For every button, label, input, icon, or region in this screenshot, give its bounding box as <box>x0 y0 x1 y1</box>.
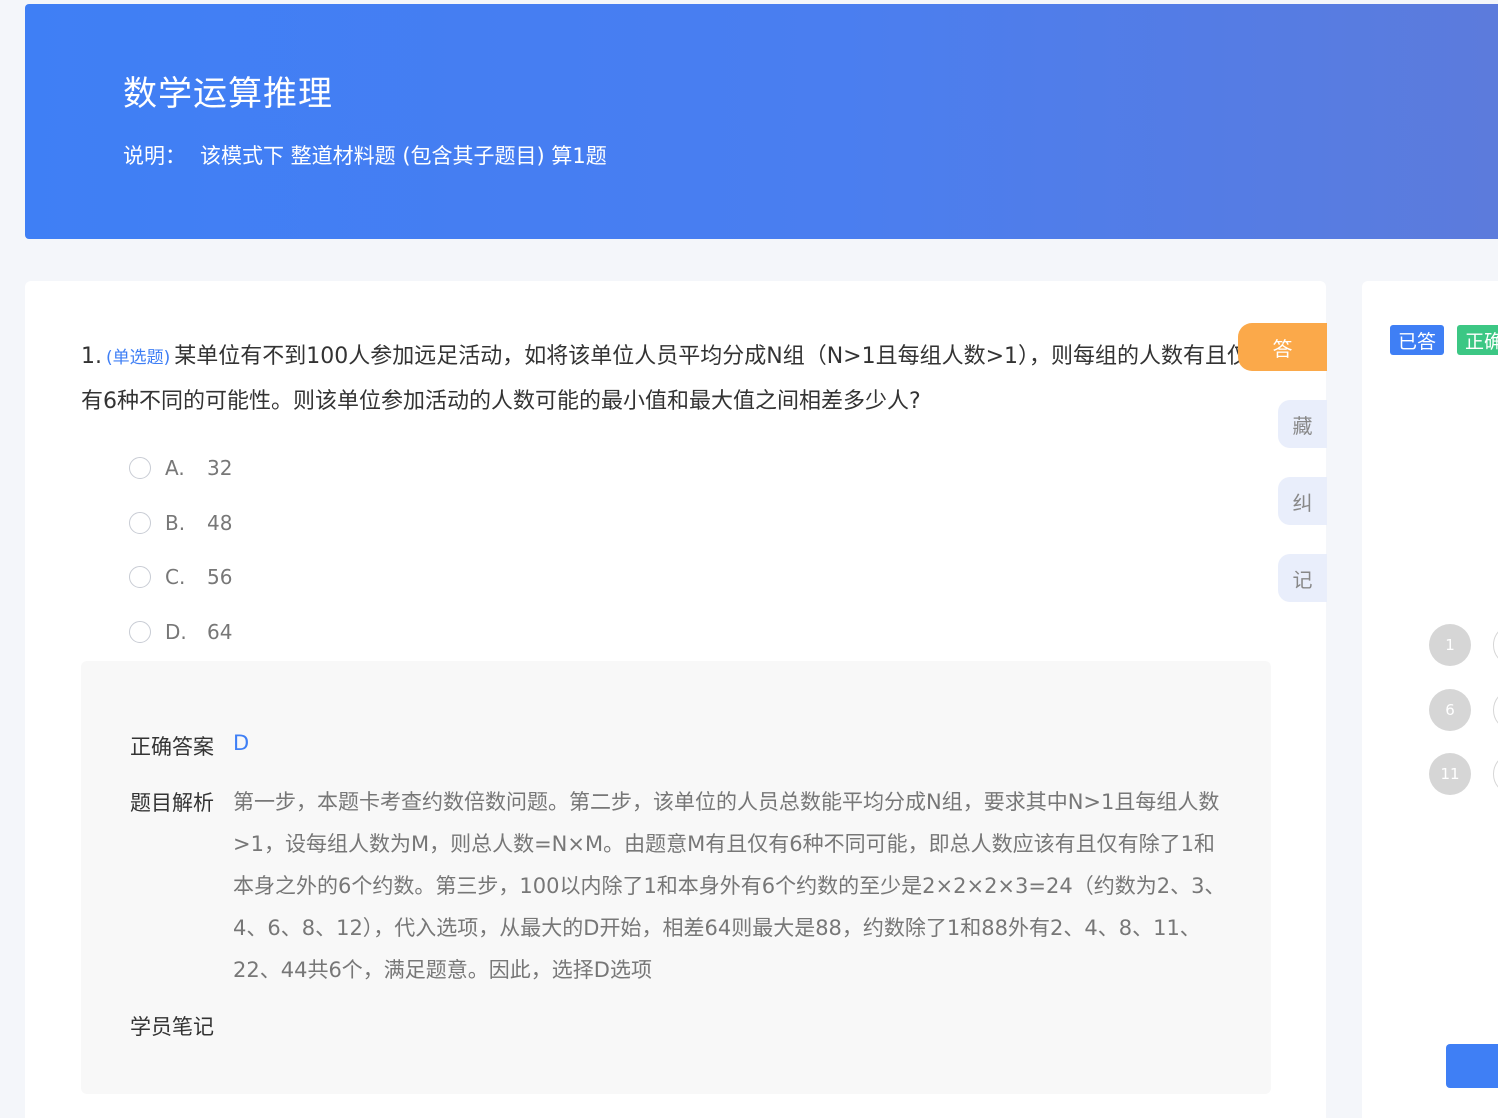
answer-card-panel: 已答 正确 1 6 11 <box>1362 281 1498 1118</box>
page-title: 数学运算推理 <box>123 74 333 114</box>
option-letter: C. <box>165 565 186 590</box>
mode-description: 说明： 该模式下 整道材料题 (包含其子题目) 算1题 <box>123 140 607 170</box>
report-error-button[interactable]: 纠 <box>1278 477 1327 525</box>
legend-answered: 已答 <box>1390 325 1445 355</box>
option-a[interactable]: A. 32 <box>129 441 232 496</box>
question-nav-6[interactable]: 6 <box>1429 689 1471 731</box>
question-nav-1[interactable]: 1 <box>1429 624 1471 666</box>
option-letter: B. <box>165 510 186 535</box>
option-list: A. 32 B. 48 C. 56 D. 64 <box>129 441 232 659</box>
option-value: 48 <box>207 510 233 535</box>
question-nav-next[interactable] <box>1493 624 1498 666</box>
collect-button[interactable]: 藏 <box>1278 400 1327 448</box>
option-c[interactable]: C. 56 <box>129 550 232 605</box>
option-letter: A. <box>165 456 185 481</box>
question-number: 1. <box>81 344 102 369</box>
correct-answer-value: D <box>233 731 250 755</box>
show-answer-button[interactable]: 答 <box>1238 323 1327 371</box>
note-button[interactable]: 记 <box>1278 554 1327 602</box>
option-value: 32 <box>207 456 233 481</box>
radio-button[interactable] <box>129 566 151 589</box>
option-letter: D. <box>165 619 187 644</box>
question-text: 某单位有不到100人参加远足活动，如将该单位人员平均分成N组（N>1且每组人数>… <box>81 344 1250 414</box>
option-d[interactable]: D. 64 <box>129 605 232 660</box>
question-stem: 1. (单选题) 某单位有不到100人参加远足活动，如将该单位人员平均分成N组（N>… <box>81 335 1251 423</box>
analysis-panel: 正确答案 D 题目解析 第一步，本题卡考查约数倍数问题。第二步，该单位的人员总数… <box>81 661 1271 1094</box>
description-label: 说明： <box>123 144 186 168</box>
question-nav-11[interactable]: 11 <box>1429 753 1471 795</box>
option-value: 56 <box>207 565 233 590</box>
question-nav-next[interactable] <box>1493 753 1498 795</box>
explanation-label: 题目解析 <box>130 791 214 815</box>
header-banner: 数学运算推理 说明： 该模式下 整道材料题 (包含其子题目) 算1题 <box>25 4 1498 239</box>
submit-button[interactable] <box>1446 1044 1498 1088</box>
student-notes-label: 学员笔记 <box>130 1015 214 1039</box>
radio-button[interactable] <box>129 511 151 534</box>
option-value: 64 <box>207 619 233 644</box>
explanation-text: 第一步，本题卡考查约数倍数问题。第二步，该单位的人员总数能平均分成N组，要求其中… <box>233 790 1226 982</box>
correct-answer-label: 正确答案 <box>130 735 214 759</box>
question-card: 1. (单选题) 某单位有不到100人参加远足活动，如将该单位人员平均分成N组（N>… <box>25 281 1326 1118</box>
radio-button[interactable] <box>129 457 151 480</box>
question-nav-next[interactable] <box>1493 689 1498 731</box>
legend-correct: 正确 <box>1457 325 1498 355</box>
description-text: 该模式下 整道材料题 (包含其子题目) 算1题 <box>200 144 607 168</box>
radio-button[interactable] <box>129 620 151 643</box>
option-b[interactable]: B. 48 <box>129 496 232 551</box>
question-type-badge: (单选题) <box>106 348 171 368</box>
